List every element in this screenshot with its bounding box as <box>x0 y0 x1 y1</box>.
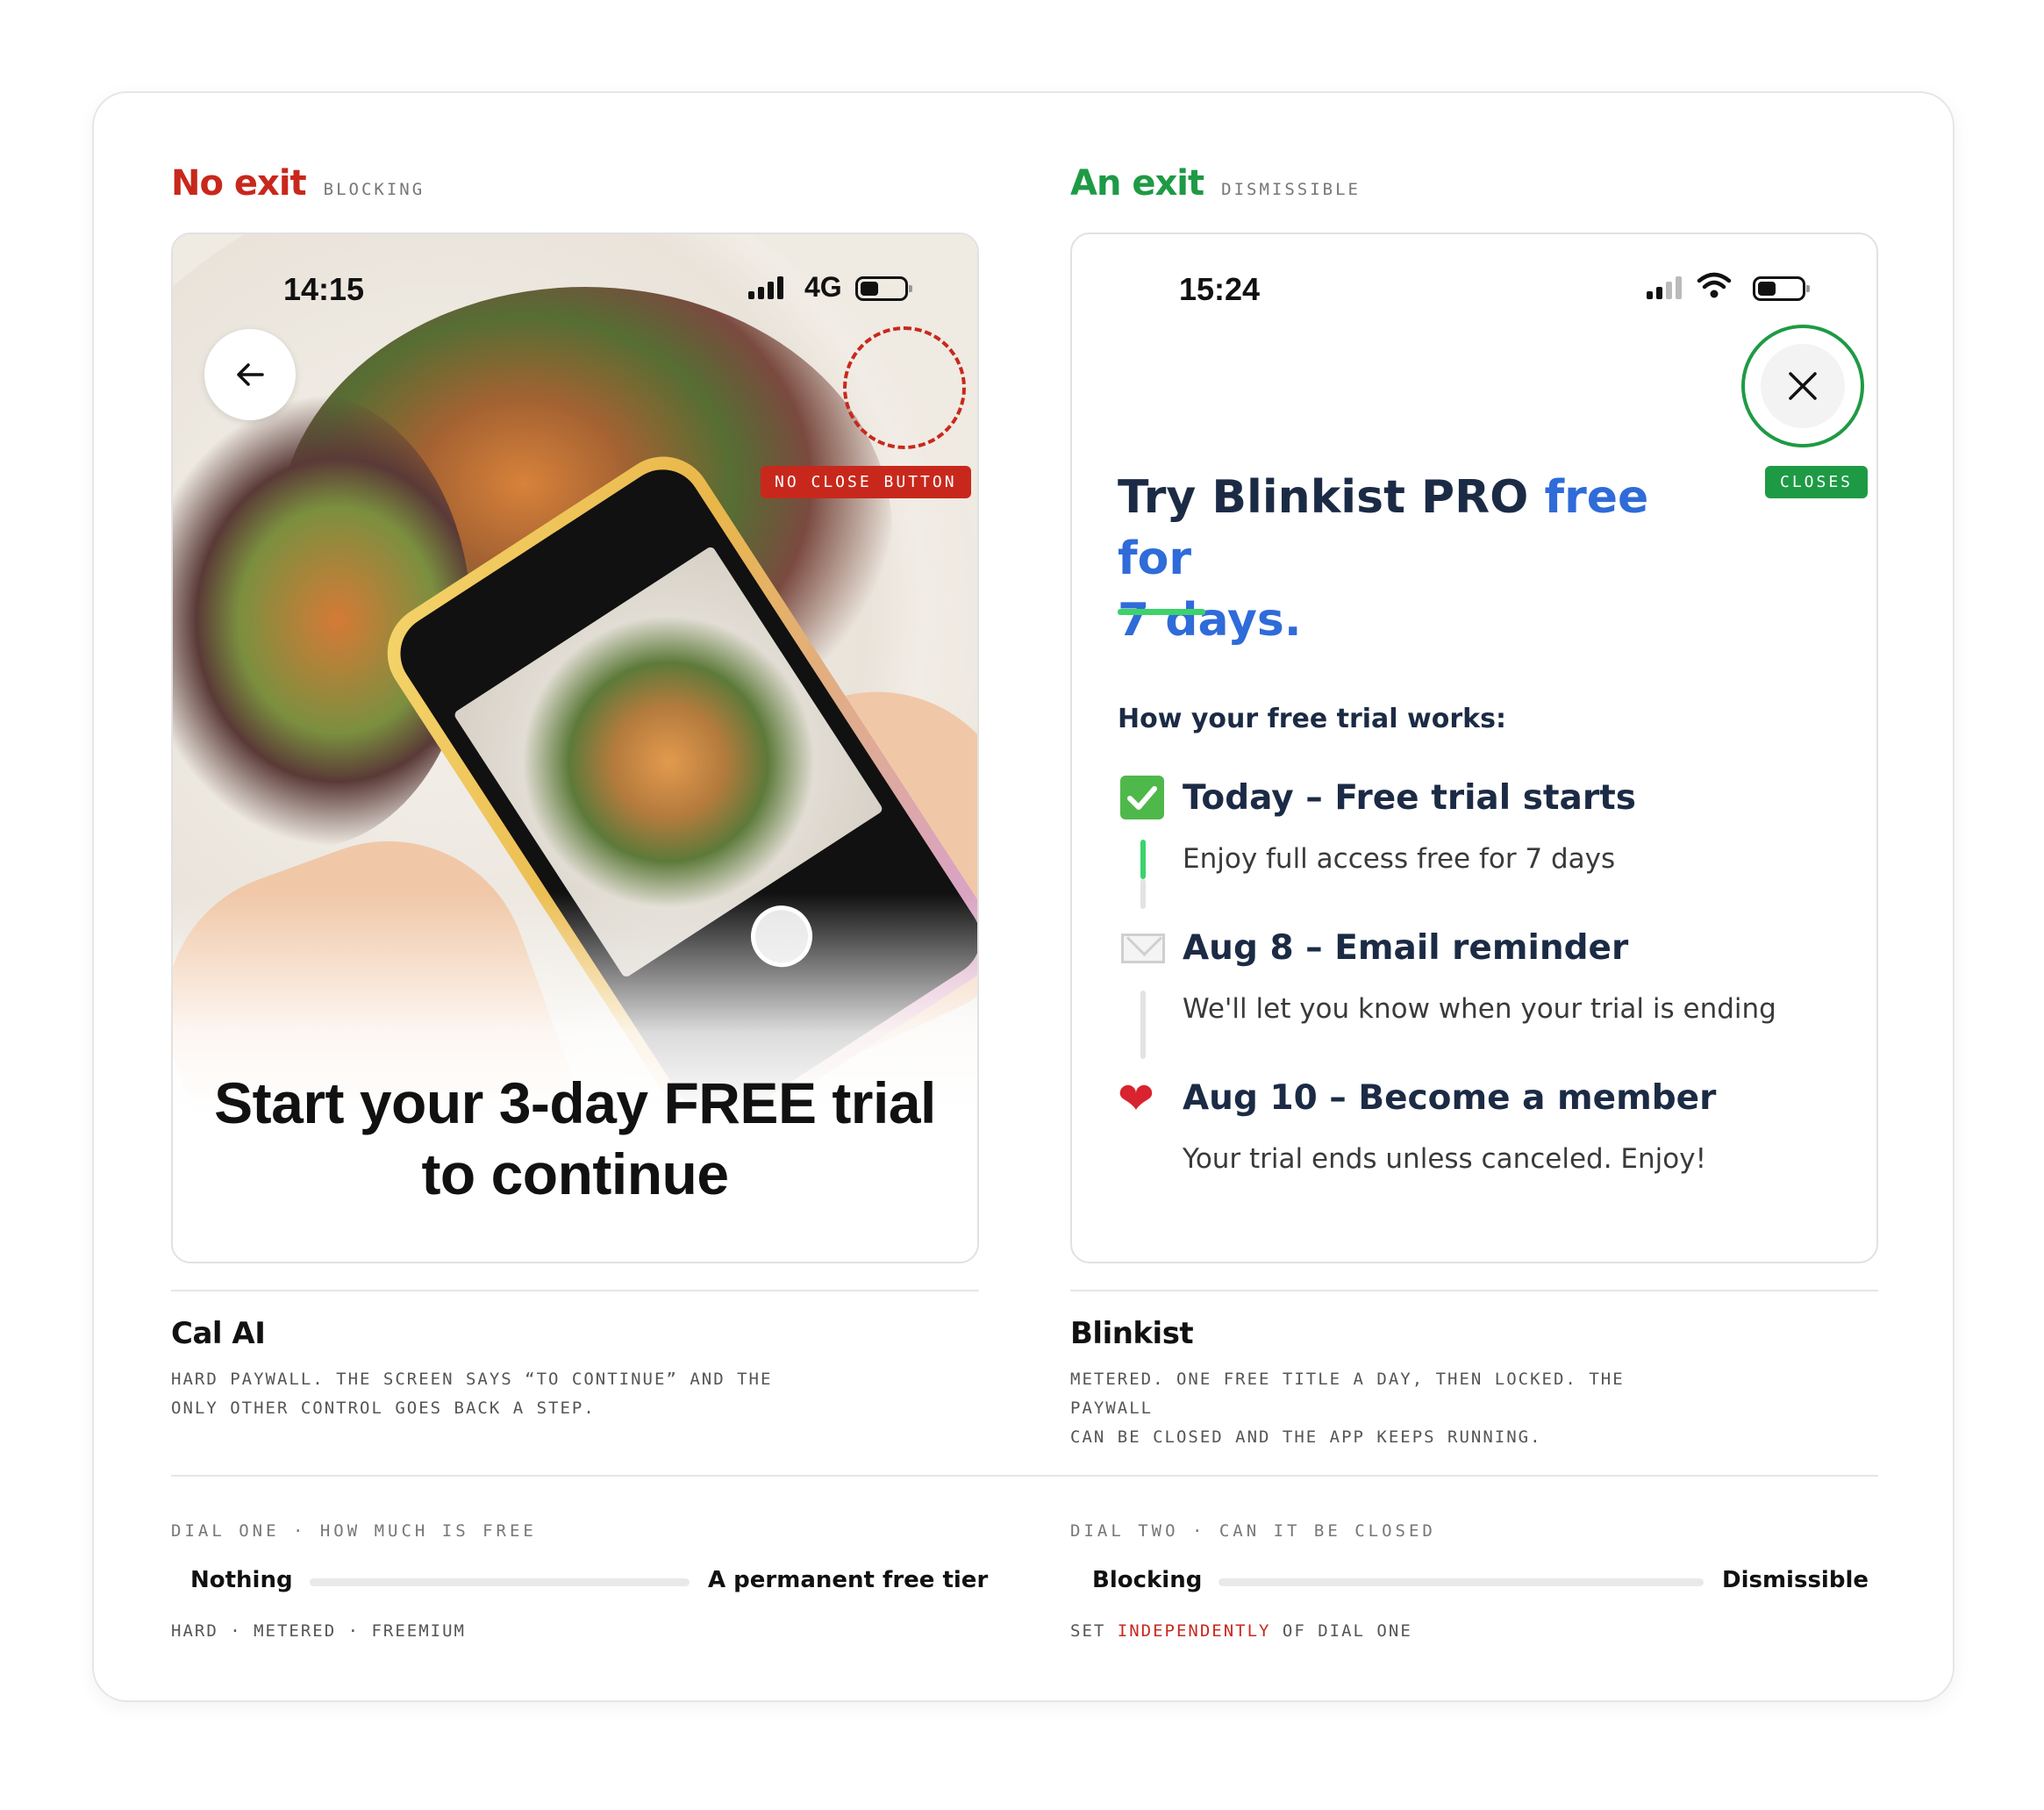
headline-line-2: to continue <box>421 1141 729 1206</box>
dial-two-label: DIAL TWO · CAN IT BE CLOSED <box>1070 1521 1436 1541</box>
no-close-button-tag: NO CLOSE BUTTON <box>761 466 971 498</box>
left-heading-title: No exit <box>171 163 307 204</box>
dials-divider <box>171 1475 1878 1477</box>
dial-two-note: SET INDEPENDENTLY OF DIAL ONE <box>1070 1621 1412 1641</box>
right-desc-line-2: CAN BE CLOSED AND THE APP KEEPS RUNNING. <box>1070 1427 1542 1447</box>
envelope-icon <box>1121 934 1165 963</box>
close-button-highlight <box>1741 325 1864 447</box>
dial-two-track <box>1219 1578 1704 1586</box>
step-2-body: We'll let you know when your trial is en… <box>1183 993 1776 1025</box>
step-1-rail <box>1140 840 1146 879</box>
right-desc-line-1: METERED. ONE FREE TITLE A DAY, THEN LOCK… <box>1070 1370 1625 1418</box>
status-bar: 14:15 4G <box>173 271 977 307</box>
paywall-headline: Start your 3-day FREE trial to continue <box>173 1068 977 1210</box>
dial-one-min: Nothing <box>190 1567 293 1593</box>
step-2-rail <box>1140 991 1146 1059</box>
dial-one-track <box>310 1578 690 1586</box>
battery-icon <box>855 276 912 301</box>
left-desc-line-1: HARD PAYWALL. THE SCREEN SAYS “TO CONTIN… <box>171 1370 773 1389</box>
dial-one-label: DIAL ONE · HOW MUCH IS FREE <box>171 1521 537 1541</box>
right-column-heading: An exit DISMISSIBLE <box>1070 163 1361 204</box>
title-plain: Try Blinkist PRO <box>1118 471 1545 524</box>
note-highlight: INDEPENDENTLY <box>1117 1621 1271 1641</box>
title-underline <box>1118 609 1205 615</box>
dial-two-min: Blocking <box>1092 1567 1203 1593</box>
step-3-heading: Aug 10 – Become a member <box>1183 1078 1717 1118</box>
dial-one-max: A permanent free tier <box>708 1567 989 1593</box>
title-highlight-2: 7 days. <box>1118 594 1302 647</box>
close-button[interactable] <box>1761 344 1845 428</box>
step-3-body: Your trial ends unless canceled. Enjoy! <box>1183 1143 1707 1175</box>
check-icon <box>1120 776 1164 819</box>
left-desc-line-2: ONLY OTHER CONTROL GOES BACK A STEP. <box>171 1399 596 1418</box>
paywall-title: Try Blinkist PRO free for 7 days. <box>1118 467 1732 651</box>
right-app-name: Blinkist <box>1070 1316 1194 1351</box>
heart-icon: ❤ <box>1118 1074 1154 1123</box>
headline-line-1: Start your 3-day FREE trial <box>214 1070 936 1135</box>
cal-ai-paywall-screenshot: 14:15 4G NO CLOSE BUTTON Start your 3-da… <box>171 233 979 1263</box>
network-type: 4G <box>804 271 842 303</box>
status-time: 14:15 <box>283 271 365 307</box>
note-suffix: OF DIAL ONE <box>1270 1621 1412 1641</box>
left-app-description: HARD PAYWALL. THE SCREEN SAYS “TO CONTIN… <box>171 1365 803 1423</box>
step-1-body: Enjoy full access free for 7 days <box>1183 843 1616 875</box>
left-heading-tag: BLOCKING <box>323 180 425 199</box>
dial-two-max: Dismissible <box>1722 1567 1869 1593</box>
status-time: 15:24 <box>1179 271 1261 307</box>
right-heading-title: An exit <box>1070 163 1204 204</box>
back-button[interactable] <box>204 329 296 420</box>
missing-close-marker <box>843 326 966 449</box>
status-bar: 15:24 <box>1072 271 1876 307</box>
arrow-left-icon <box>237 363 264 386</box>
right-divider <box>1070 1290 1878 1291</box>
left-column-heading: No exit BLOCKING <box>171 163 425 204</box>
blinkist-paywall-screenshot: 15:24 CLOSES Try Blinkist PRO free for 7 … <box>1070 233 1878 1263</box>
dial-one-note: HARD · METERED · FREEMIUM <box>171 1621 466 1641</box>
note-prefix: SET <box>1070 1621 1118 1641</box>
left-divider <box>171 1290 979 1291</box>
battery-icon <box>1753 276 1810 301</box>
signal-icon <box>748 276 783 299</box>
close-icon <box>1789 372 1817 400</box>
right-heading-tag: DISMISSIBLE <box>1221 180 1361 199</box>
left-app-name: Cal AI <box>171 1316 266 1351</box>
right-app-description: METERED. ONE FREE TITLE A DAY, THEN LOCK… <box>1070 1365 1702 1452</box>
step-1-heading: Today – Free trial starts <box>1183 778 1636 818</box>
closes-tag: CLOSES <box>1765 466 1869 498</box>
step-1-rail-end <box>1140 879 1146 909</box>
step-2-heading: Aug 8 – Email reminder <box>1183 928 1629 968</box>
wifi-icon <box>1697 272 1732 298</box>
signal-icon <box>1647 276 1682 299</box>
trial-subtitle: How your free trial works: <box>1118 704 1506 734</box>
checkmark-glyph <box>1127 786 1157 810</box>
